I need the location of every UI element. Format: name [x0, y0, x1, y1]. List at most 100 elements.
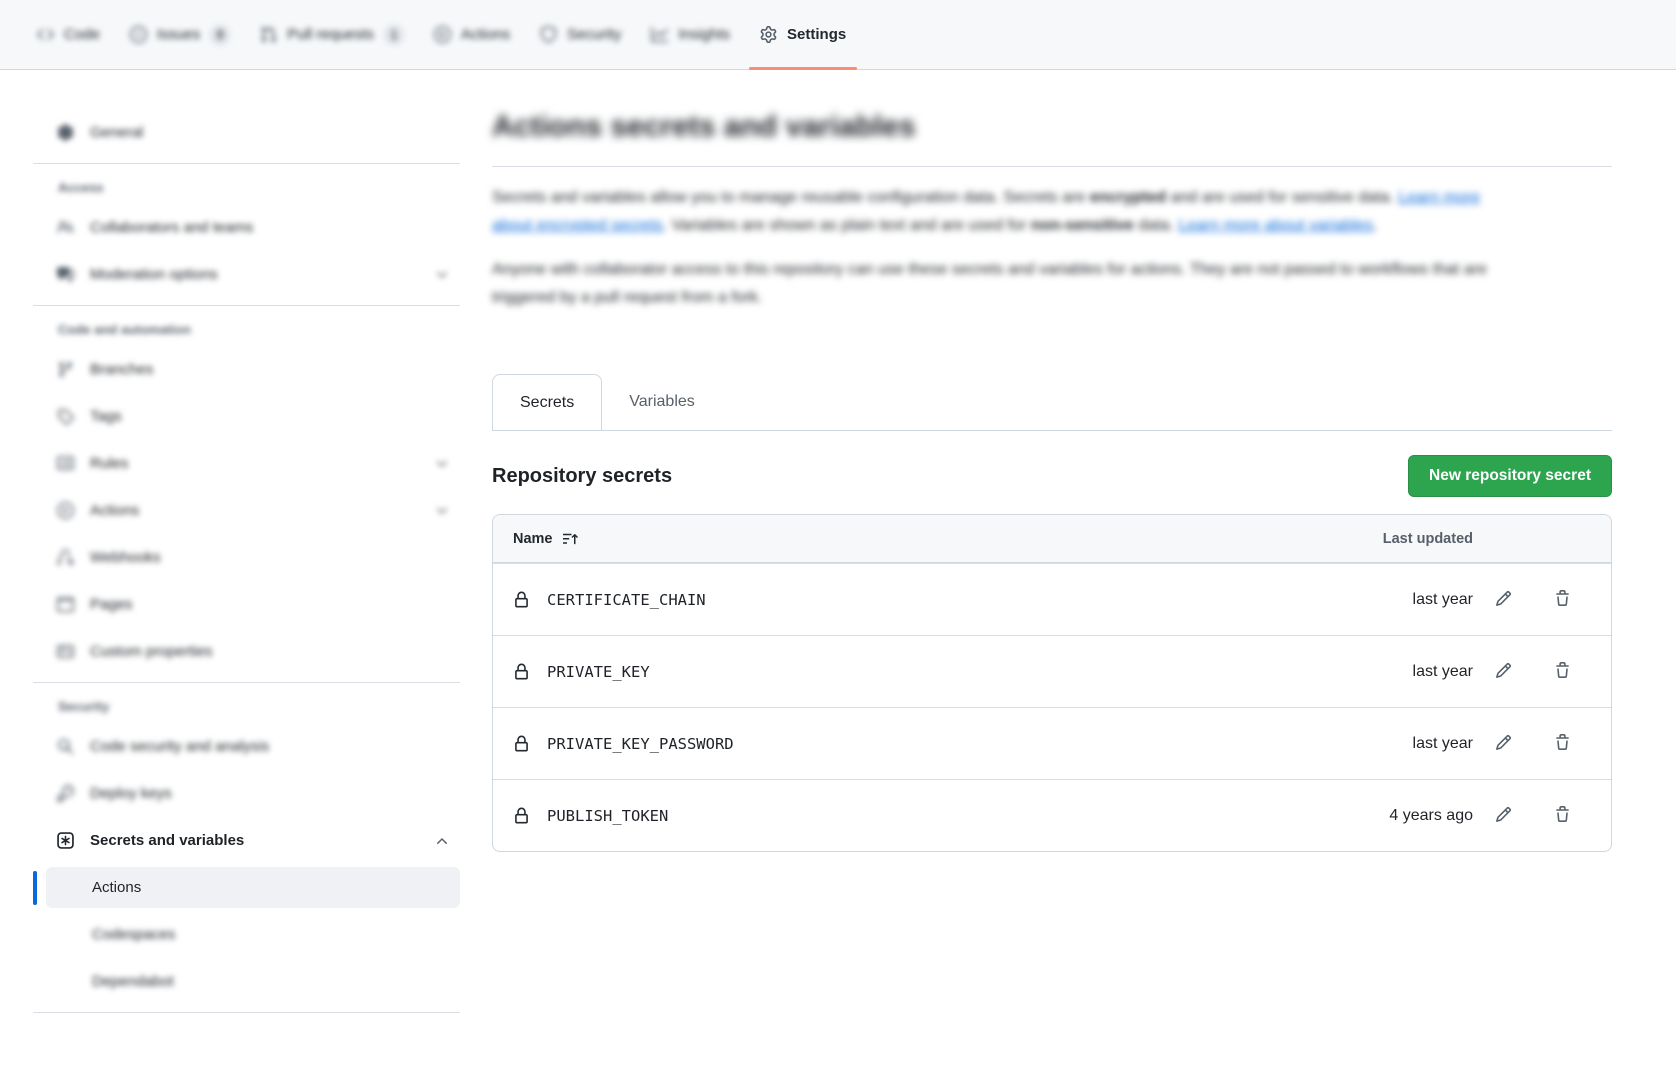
secret-name-cell: PUBLISH_TOKEN	[513, 807, 1323, 825]
sidebar-divider	[33, 305, 460, 306]
sidebar-item-label: Codespaces	[92, 926, 175, 943]
sidebar-item-pages[interactable]: Pages	[33, 584, 460, 625]
trash-icon	[1554, 590, 1571, 610]
secrets-variables-tabs: Secrets Variables	[492, 374, 1612, 431]
description-paragraph-2: Anyone with collaborator access to this …	[492, 256, 1502, 311]
nav-tab-label: Code	[64, 26, 100, 43]
sidebar-item-collaborators[interactable]: Collaborators and teams	[33, 207, 460, 248]
nav-tab-pull-requests[interactable]: Pull requests 1	[245, 0, 419, 69]
sidebar-item-label: Deploy keys	[90, 785, 172, 802]
sidebar-item-secrets-and-variables[interactable]: Secrets and variables	[33, 820, 460, 861]
name-column-header[interactable]: Name	[513, 531, 1323, 547]
delete-secret-button[interactable]	[1545, 655, 1579, 689]
chevron-down-icon	[434, 503, 450, 519]
tab-variables[interactable]: Variables	[602, 374, 722, 430]
sidebar-item-label: Custom properties	[90, 643, 213, 660]
nav-tab-settings[interactable]: Settings	[745, 0, 861, 69]
rules-icon	[57, 455, 74, 472]
sidebar-item-deploy-keys[interactable]: Deploy keys	[33, 773, 460, 814]
secret-name: PUBLISH_TOKEN	[547, 807, 668, 825]
issues-count-badge: 8	[210, 25, 230, 45]
delete-secret-button[interactable]	[1545, 583, 1579, 617]
trash-icon	[1554, 662, 1571, 682]
page-title: Actions secrets and variables	[492, 110, 1612, 144]
sidebar-subitem-actions[interactable]: Actions	[46, 867, 460, 908]
secrets-table-header: Name Last updated	[493, 515, 1611, 563]
sidebar-item-label: Actions	[90, 502, 139, 519]
sidebar-item-code-security[interactable]: Code security and analysis	[33, 726, 460, 767]
lock-icon	[513, 735, 530, 753]
pencil-icon	[1495, 590, 1512, 610]
delete-secret-button[interactable]	[1545, 727, 1579, 761]
tab-secrets[interactable]: Secrets	[492, 374, 602, 430]
learn-more-variables-link[interactable]: Learn more about variables	[1178, 217, 1373, 234]
sidebar-item-label: Secrets and variables	[90, 832, 244, 849]
code-icon	[37, 26, 54, 43]
trash-icon	[1554, 734, 1571, 754]
sidebar-item-moderation[interactable]: Moderation options	[33, 254, 460, 295]
sidebar-divider	[33, 163, 460, 164]
people-icon	[57, 219, 74, 236]
nav-tab-actions[interactable]: Actions	[419, 0, 525, 69]
play-circle-icon	[434, 26, 451, 43]
secret-name: PRIVATE_KEY_PASSWORD	[547, 735, 734, 753]
description-text: . Variables are shown as plain text and …	[663, 217, 1031, 234]
sidebar-item-tags[interactable]: Tags	[33, 396, 460, 437]
trash-icon	[1554, 806, 1571, 826]
edit-secret-button[interactable]	[1486, 583, 1520, 617]
pencil-icon	[1495, 806, 1512, 826]
nav-tab-issues[interactable]: Issues 8	[115, 0, 245, 69]
sidebar-item-rules[interactable]: Rules	[33, 443, 460, 484]
settings-sidebar: General Access Collaborators and teams M…	[0, 70, 492, 1025]
new-repository-secret-button[interactable]: New repository secret	[1408, 455, 1612, 497]
sidebar-section-security: Security	[33, 699, 460, 714]
sidebar-section-access: Access	[33, 180, 460, 195]
webhook-icon	[57, 549, 74, 566]
nav-tab-security[interactable]: Security	[525, 0, 636, 69]
secret-row: PRIVATE_KEY_PASSWORD last year	[493, 707, 1611, 779]
sidebar-item-webhooks[interactable]: Webhooks	[33, 537, 460, 578]
pencil-icon	[1495, 662, 1512, 682]
edit-secret-button[interactable]	[1486, 655, 1520, 689]
codescan-icon	[57, 738, 74, 755]
sidebar-item-label: Code security and analysis	[90, 738, 269, 755]
nav-tab-label: Issues	[157, 26, 200, 43]
sidebar-subitem-codespaces[interactable]: Codespaces	[33, 914, 460, 955]
lock-icon	[513, 591, 530, 609]
sidebar-item-custom-properties[interactable]: Custom properties	[33, 631, 460, 672]
sort-ascending-icon	[562, 531, 578, 547]
main-content: Actions secrets and variables Secrets an…	[492, 70, 1612, 852]
nav-tab-label: Insights	[678, 26, 730, 43]
issue-opened-icon	[130, 26, 147, 43]
edit-secret-button[interactable]	[1486, 727, 1520, 761]
edit-secret-button[interactable]	[1486, 799, 1520, 833]
chevron-up-icon	[434, 833, 450, 849]
chevron-down-icon	[434, 267, 450, 283]
sidebar-item-label: Tags	[90, 408, 122, 425]
sidebar-subitem-dependabot[interactable]: Dependabot	[33, 961, 460, 1002]
secret-last-updated: 4 years ago	[1323, 807, 1473, 825]
chevron-down-icon	[434, 456, 450, 472]
secret-row: CERTIFICATE_CHAIN last year	[493, 563, 1611, 635]
delete-secret-button[interactable]	[1545, 799, 1579, 833]
sidebar-item-actions[interactable]: Actions	[33, 490, 460, 531]
nav-tab-label: Settings	[787, 26, 846, 43]
sidebar-item-general[interactable]: General	[33, 112, 460, 153]
nav-tab-label: Actions	[461, 26, 510, 43]
nav-tab-code[interactable]: Code	[22, 0, 115, 69]
pencil-icon	[1495, 734, 1512, 754]
sidebar-item-branches[interactable]: Branches	[33, 349, 460, 390]
sidebar-item-label: Moderation options	[90, 266, 218, 283]
repository-secrets-title: Repository secrets	[492, 465, 672, 488]
sidebar-item-label: Collaborators and teams	[90, 219, 253, 236]
play-circle-icon	[57, 502, 74, 519]
nav-tab-insights[interactable]: Insights	[636, 0, 745, 69]
secret-name-cell: PRIVATE_KEY_PASSWORD	[513, 735, 1323, 753]
id-badge-icon	[57, 643, 74, 660]
secret-row: PRIVATE_KEY last year	[493, 635, 1611, 707]
secret-name-cell: PRIVATE_KEY	[513, 663, 1323, 681]
title-divider	[492, 166, 1612, 167]
sidebar-item-label: Branches	[90, 361, 153, 378]
secret-last-updated: last year	[1323, 591, 1473, 609]
section-header-row: Repository secrets New repository secret	[492, 455, 1612, 497]
